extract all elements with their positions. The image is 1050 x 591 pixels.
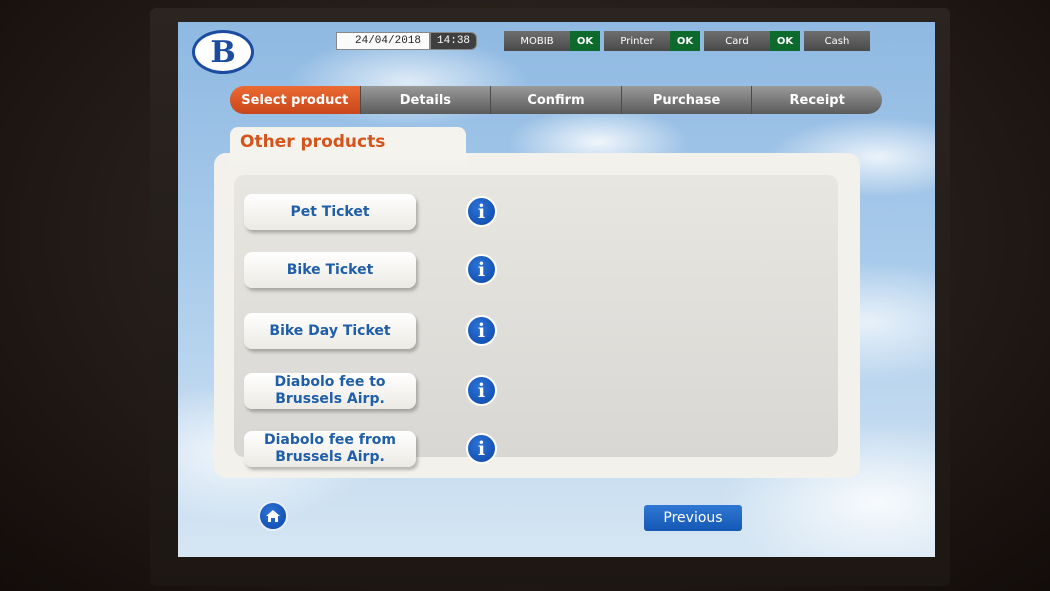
status-label: Cash bbox=[804, 31, 870, 51]
kiosk-screen: B 24/04/2018 14:38 MOBIB OK Printer OK C… bbox=[178, 22, 935, 557]
status-printer: Printer OK bbox=[604, 31, 700, 51]
date-time-display: 24/04/2018 14:38 bbox=[336, 32, 478, 50]
status-label: MOBIB bbox=[504, 31, 570, 51]
info-icon[interactable]: i bbox=[466, 196, 497, 227]
info-icon[interactable]: i bbox=[466, 433, 497, 464]
status-value: OK bbox=[570, 31, 600, 51]
step-details: Details bbox=[361, 86, 492, 114]
date-display: 24/04/2018 bbox=[336, 32, 431, 50]
products-list: Pet Ticket i Bike Ticket i Bike Day Tick… bbox=[234, 175, 838, 467]
device-status-bar: MOBIB OK Printer OK Card OK Cash bbox=[504, 31, 870, 51]
list-item: Bike Day Ticket i bbox=[244, 313, 514, 353]
sncb-logo: B bbox=[192, 30, 254, 74]
status-mobib: MOBIB OK bbox=[504, 31, 600, 51]
page-title: Other products bbox=[230, 127, 466, 163]
status-value: OK bbox=[770, 31, 800, 51]
step-purchase: Purchase bbox=[622, 86, 753, 114]
list-item: Pet Ticket i bbox=[244, 194, 514, 234]
list-item: Diabolo fee to Brussels Airp. i bbox=[244, 373, 514, 413]
bike-day-ticket-button[interactable]: Bike Day Ticket bbox=[244, 313, 416, 349]
info-icon[interactable]: i bbox=[466, 254, 497, 285]
logo-letter: B bbox=[210, 34, 236, 70]
previous-button[interactable]: Previous bbox=[644, 505, 742, 531]
status-label: Card bbox=[704, 31, 770, 51]
list-item: Bike Ticket i bbox=[244, 252, 514, 292]
step-confirm: Confirm bbox=[491, 86, 622, 114]
diabolo-from-airport-button[interactable]: Diabolo fee from Brussels Airp. bbox=[244, 431, 416, 467]
list-item: Diabolo fee from Brussels Airp. i bbox=[244, 431, 514, 471]
info-icon[interactable]: i bbox=[466, 315, 497, 346]
step-receipt: Receipt bbox=[789, 92, 845, 108]
step-select-product: Select product bbox=[230, 86, 361, 114]
products-panel: Pet Ticket i Bike Ticket i Bike Day Tick… bbox=[214, 153, 860, 478]
home-icon bbox=[266, 510, 280, 522]
pet-ticket-button[interactable]: Pet Ticket bbox=[244, 194, 416, 230]
info-icon[interactable]: i bbox=[466, 375, 497, 406]
status-label: Printer bbox=[604, 31, 670, 51]
status-card: Card OK bbox=[704, 31, 800, 51]
home-button[interactable] bbox=[258, 501, 288, 531]
diabolo-to-airport-button[interactable]: Diabolo fee to Brussels Airp. bbox=[244, 373, 416, 409]
status-value: OK bbox=[670, 31, 700, 51]
bike-ticket-button[interactable]: Bike Ticket bbox=[244, 252, 416, 288]
progress-steps: Select product Details Confirm Purchase … bbox=[230, 86, 882, 114]
status-cash: Cash bbox=[804, 31, 870, 51]
time-display: 14:38 bbox=[430, 32, 478, 50]
